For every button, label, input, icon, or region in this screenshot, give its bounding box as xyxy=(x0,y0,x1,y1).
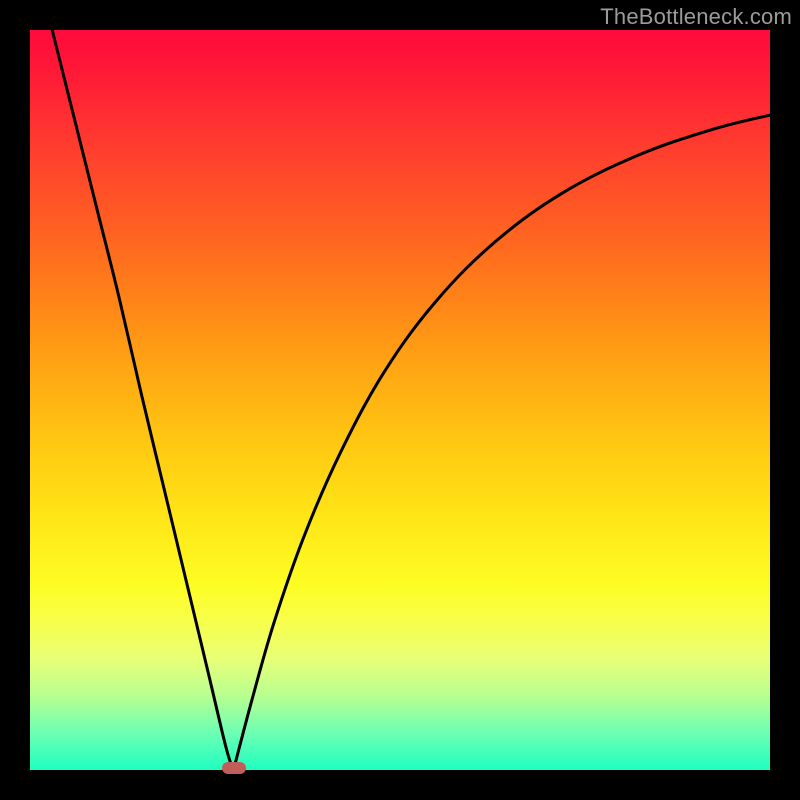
chart-frame: TheBottleneck.com xyxy=(0,0,800,800)
bottleneck-curve xyxy=(30,30,770,770)
curve-left-branch xyxy=(52,30,233,770)
curve-right-branch xyxy=(234,115,771,770)
minimum-marker xyxy=(222,762,246,774)
plot-area xyxy=(30,30,770,770)
watermark-text: TheBottleneck.com xyxy=(600,4,792,30)
